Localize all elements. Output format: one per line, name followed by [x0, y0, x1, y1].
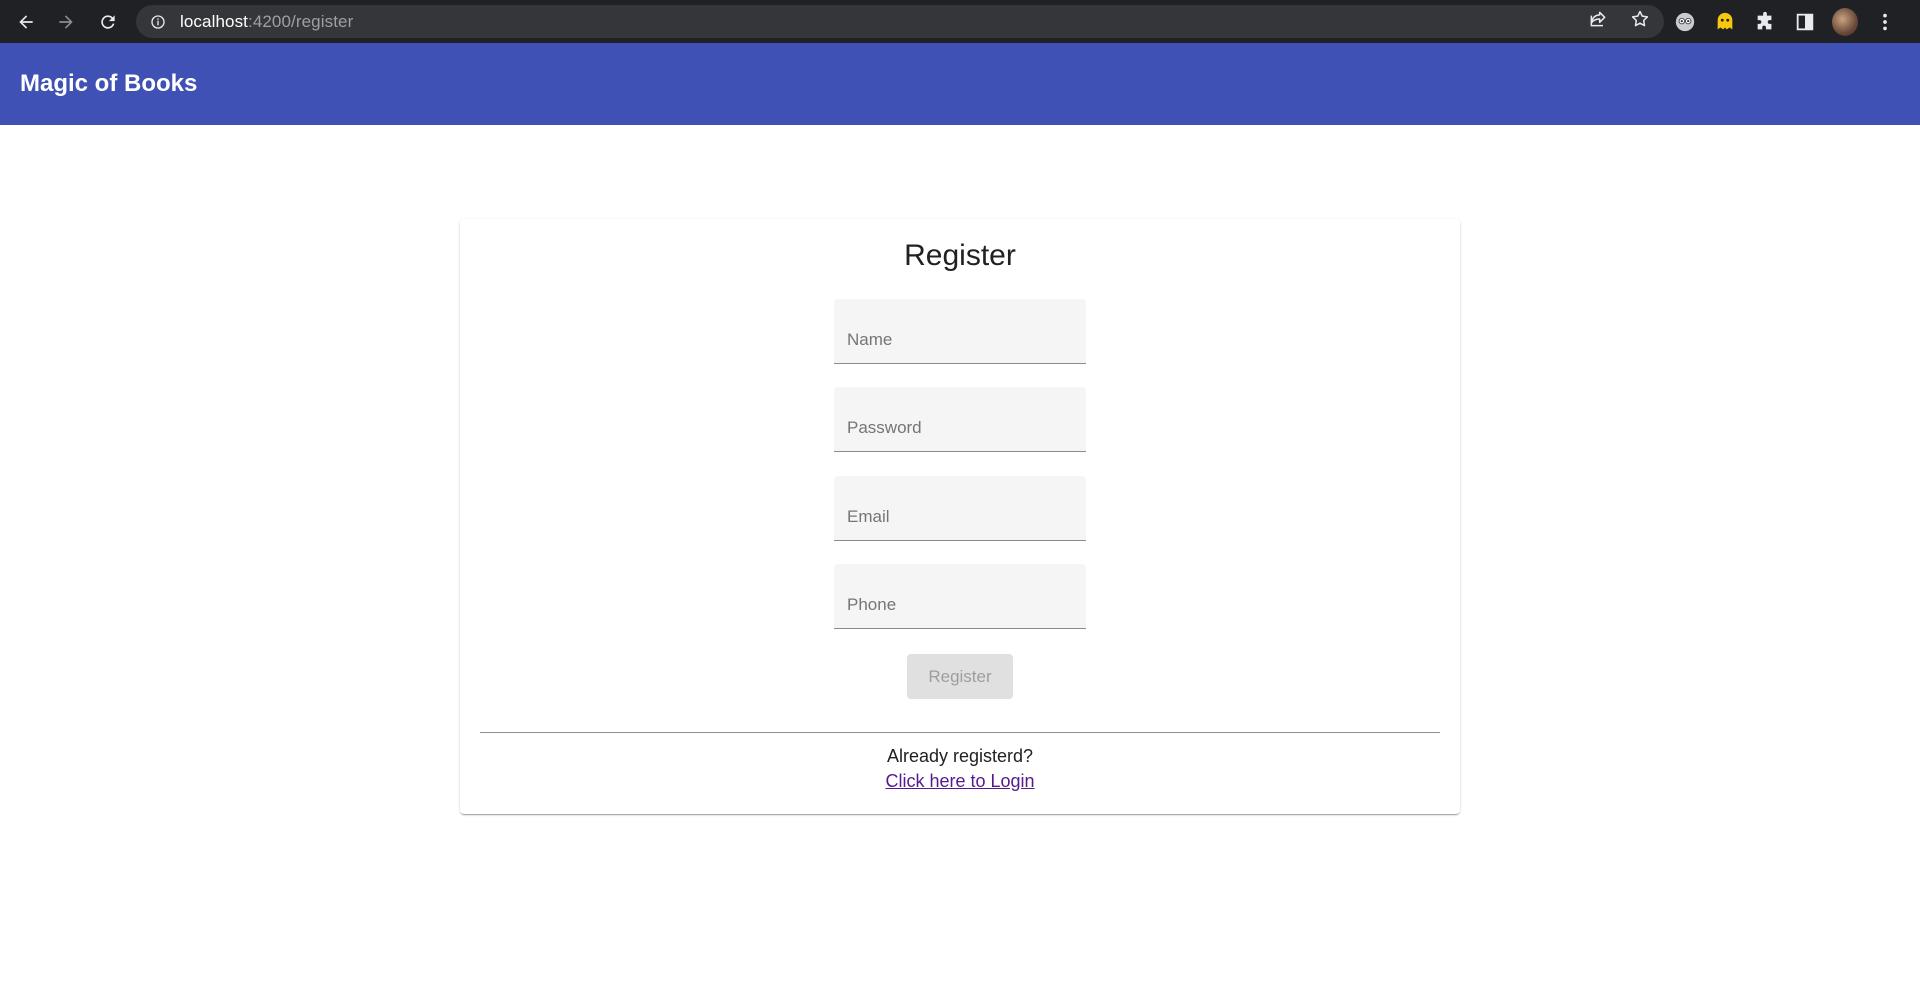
email-field-container: [834, 476, 1086, 541]
profile-avatar[interactable]: [1832, 7, 1858, 36]
url-path: :4200/register: [248, 11, 354, 31]
info-icon[interactable]: [150, 14, 166, 30]
login-link-container: Click here to Login: [460, 771, 1460, 792]
extension-icon[interactable]: [1712, 9, 1738, 35]
app-toolbar: Magic of Books: [0, 43, 1920, 125]
address-bar[interactable]: localhost:4200/register: [136, 5, 1664, 38]
puzzle-icon[interactable]: [1752, 9, 1778, 35]
url-host: localhost: [180, 11, 248, 31]
back-icon[interactable]: [6, 0, 46, 43]
reload-icon[interactable]: [88, 0, 128, 43]
menu-icon[interactable]: [1872, 9, 1898, 35]
phone-field-container: [834, 564, 1086, 629]
sidepanel-icon[interactable]: [1792, 9, 1818, 35]
avatar[interactable]: [1832, 7, 1858, 36]
already-registered-text: Already registerd?: [886, 746, 1034, 766]
extension-icon[interactable]: [1672, 9, 1698, 35]
phone-field[interactable]: [834, 564, 1086, 628]
browser-chrome: localhost:4200/register: [0, 0, 1920, 43]
url-text: localhost:4200/register: [180, 12, 353, 32]
name-field-container: [834, 299, 1086, 364]
name-field[interactable]: [834, 299, 1086, 363]
login-link[interactable]: Click here to Login: [885, 771, 1034, 791]
register-card: Register Register Already registerd? Cli…: [460, 219, 1460, 814]
email-field[interactable]: [834, 476, 1086, 540]
share-icon[interactable]: [1588, 9, 1608, 34]
star-icon[interactable]: [1630, 9, 1650, 34]
page-title: Register: [904, 239, 1016, 272]
app-title: Magic of Books: [20, 70, 198, 97]
divider: [480, 732, 1440, 733]
password-field[interactable]: [834, 387, 1086, 451]
forward-icon[interactable]: [46, 0, 86, 43]
register-button[interactable]: Register: [907, 654, 1013, 699]
password-field-container: [834, 387, 1086, 452]
